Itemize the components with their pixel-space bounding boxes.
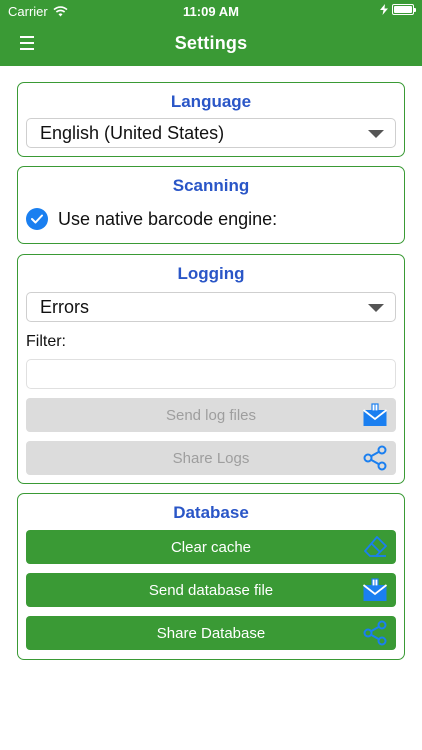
logging-card: Logging Errors Filter: Send log files Sh… (17, 254, 405, 484)
scanning-title: Scanning (172, 176, 250, 195)
page-title: Settings (174, 33, 248, 53)
navigation-bar: Settings (0, 22, 422, 66)
database-title: Database (173, 503, 249, 522)
language-card: Language English (United States) (17, 82, 405, 157)
caret-down-icon (368, 304, 384, 312)
language-select-value: English (United States) (40, 123, 225, 143)
clear-cache-button[interactable]: Clear cache (26, 530, 396, 564)
send-log-files-button[interactable]: Send log files (26, 398, 396, 432)
language-title: Language (170, 92, 252, 111)
share-logs-label: Share Logs (172, 449, 250, 467)
language-select[interactable]: English (United States) (26, 118, 396, 148)
share-database-button[interactable]: Share Database (26, 616, 396, 650)
clear-cache-label: Clear cache (170, 538, 252, 556)
checkmark-icon (26, 208, 48, 230)
send-log-files-label: Send log files (165, 406, 257, 424)
native-barcode-engine-label: Use native barcode engine: (58, 208, 278, 229)
send-database-file-button[interactable]: Send database file (26, 573, 396, 607)
status-bar-right (380, 4, 416, 15)
log-level-select[interactable]: Errors (26, 292, 396, 322)
share-database-label: Share Database (156, 624, 266, 642)
database-card: Database Clear cache Send database file … (17, 493, 405, 660)
native-barcode-engine-checkbox[interactable]: Use native barcode engine: (26, 208, 277, 230)
filter-label: Filter: (26, 333, 66, 350)
eraser-icon (364, 536, 387, 557)
share-logs-button[interactable]: Share Logs (26, 441, 396, 475)
status-bar: Carrier 11:09 AM (0, 0, 422, 22)
filter-input[interactable] (26, 359, 396, 389)
share-icon (363, 620, 387, 646)
share-icon (363, 445, 387, 471)
log-level-select-value: Errors (40, 297, 89, 317)
mail-icon (362, 403, 388, 426)
clock: 11:09 AM (183, 4, 239, 19)
scanning-card: Scanning Use native barcode engine: (17, 166, 405, 244)
logging-title: Logging (177, 264, 245, 283)
send-database-file-label: Send database file (148, 581, 274, 599)
mail-icon (362, 578, 388, 601)
charging-icon (380, 4, 388, 15)
caret-down-icon (368, 130, 384, 138)
battery-icon (392, 4, 416, 15)
